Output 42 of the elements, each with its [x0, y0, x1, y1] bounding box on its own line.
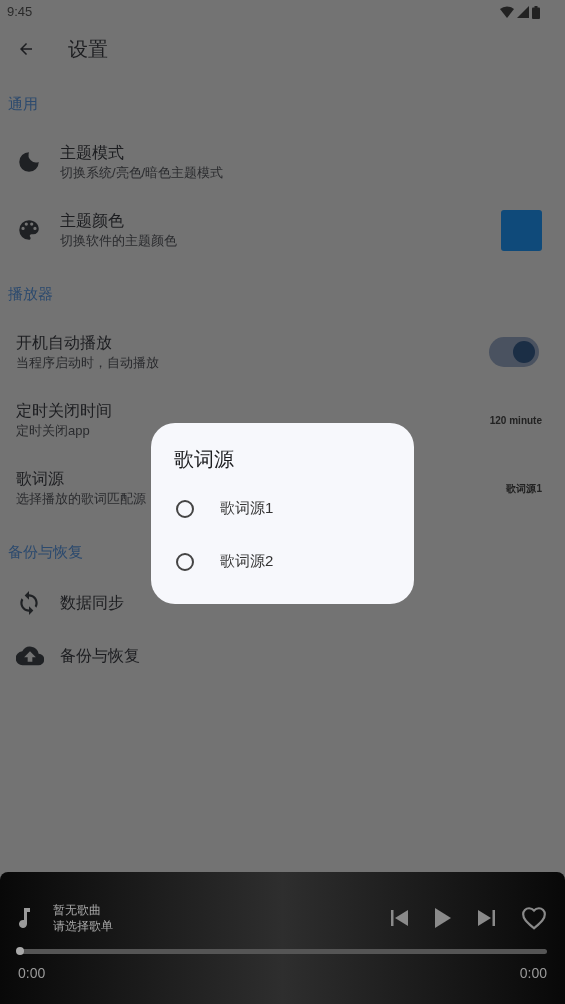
music-note-icon: [18, 908, 32, 928]
progress-track[interactable]: [18, 949, 547, 954]
setting-subtitle: 当程序启动时，自动播放: [16, 354, 159, 372]
radio-label[interactable]: 歌词源1: [220, 497, 274, 520]
wifi-icon: [500, 6, 514, 18]
moon-icon: [16, 149, 42, 175]
elapsed-time: 0:00: [18, 964, 46, 983]
heart-icon[interactable]: [521, 906, 547, 930]
battery-icon: [532, 5, 540, 19]
skip-previous-icon[interactable]: [391, 910, 409, 926]
setting-title[interactable]: 备份与恢复: [60, 644, 140, 667]
play-icon[interactable]: [435, 908, 451, 928]
setting-title[interactable]: 开机自动播放: [16, 332, 112, 354]
setting-subtitle: 定时关闭app: [16, 422, 90, 440]
setting-title[interactable]: 数据同步: [60, 591, 124, 614]
setting-title[interactable]: 定时关闭时间: [16, 400, 112, 422]
radio-button[interactable]: [176, 552, 194, 571]
toggle-switch[interactable]: [489, 337, 539, 367]
page-title: 设置: [68, 37, 108, 62]
color-swatch[interactable]: [501, 209, 542, 251]
radio-label[interactable]: 歌词源2: [220, 550, 274, 573]
status-time: 9:45: [7, 3, 33, 22]
section-title: 播放器: [7, 284, 54, 304]
song-subtitle: 请选择歌单: [53, 918, 114, 934]
setting-subtitle: 切换软件的主题颜色: [60, 232, 177, 250]
section-title: 通用: [7, 94, 39, 114]
setting-subtitle: 选择播放的歌词匹配源: [16, 490, 146, 508]
setting-title[interactable]: 主题模式: [60, 142, 124, 164]
palette-icon: [16, 217, 42, 243]
section-title: 备份与恢复: [7, 542, 84, 562]
radio-button[interactable]: [176, 499, 194, 518]
total-time: 0:00: [519, 964, 547, 983]
setting-value: 歌词源1: [506, 481, 542, 496]
dialog-title: 歌词源: [174, 447, 235, 472]
song-title: 暂无歌曲: [53, 902, 102, 918]
signal-icon: [517, 6, 529, 18]
skip-next-icon[interactable]: [477, 910, 495, 926]
setting-subtitle: 切换系统/亮色/暗色主题模式: [60, 164, 224, 182]
setting-value: 120 minute: [489, 413, 542, 428]
progress-thumb[interactable]: [16, 947, 24, 955]
setting-title[interactable]: 歌词源: [16, 468, 64, 490]
setting-title[interactable]: 主题颜色: [60, 210, 124, 232]
